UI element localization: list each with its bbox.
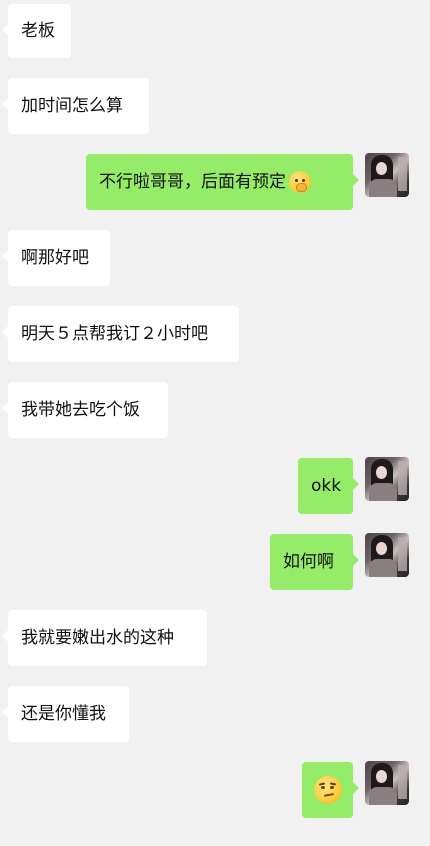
message-bubble-incoming[interactable]: 啊那好吧 — [2, 230, 110, 286]
avatar[interactable] — [365, 761, 409, 805]
message-row-incoming: 啊那好吧 — [0, 230, 430, 286]
message-row-incoming: 加时间怎么算 — [0, 78, 430, 134]
message-text: 还是你懂我 — [21, 704, 106, 724]
message-bubble-outgoing[interactable]: okk — [298, 458, 359, 514]
zipper-mouth-emoji-icon — [289, 171, 311, 193]
message-bubble-incoming[interactable]: 我就要嫩出水的这种 — [2, 610, 207, 666]
message-bubble-incoming[interactable]: 我带她去吃个饭 — [2, 382, 168, 438]
message-text: 明天５点帮我订２小时吧 — [21, 324, 208, 344]
message-bubble-incoming[interactable]: 还是你懂我 — [2, 686, 129, 742]
message-row-incoming: 老板 — [0, 4, 430, 58]
avatar[interactable] — [365, 457, 409, 501]
message-row-incoming: 还是你懂我 — [0, 686, 430, 742]
message-bubble-incoming[interactable]: 老板 — [2, 4, 71, 58]
message-text: okk — [311, 476, 342, 496]
message-text: 我就要嫩出水的这种 — [21, 628, 174, 648]
message-row-outgoing: okk — [0, 457, 430, 514]
message-bubble-incoming[interactable]: 明天５点帮我订２小时吧 — [2, 306, 239, 362]
message-text: 啊那好吧 — [21, 248, 89, 268]
message-row-incoming: 我就要嫩出水的这种 — [0, 610, 430, 666]
message-text: 加时间怎么算 — [21, 96, 123, 116]
message-bubble-outgoing[interactable]: 不行啦哥哥，后面有预定 — [86, 154, 359, 210]
message-bubble-outgoing[interactable] — [302, 762, 359, 818]
message-bubble-incoming[interactable]: 加时间怎么算 — [2, 78, 149, 134]
message-text: 我带她去吃个饭 — [21, 400, 140, 420]
message-text: 不行啦哥哥，后面有预定 — [99, 172, 286, 192]
message-row-incoming: 我带她去吃个饭 — [0, 382, 430, 438]
message-row-outgoing — [0, 761, 430, 818]
avatar[interactable] — [365, 533, 409, 577]
message-text: 老板 — [21, 21, 55, 41]
message-bubble-outgoing[interactable]: 如何啊 — [270, 534, 359, 590]
message-row-outgoing: 如何啊 — [0, 533, 430, 590]
message-row-incoming: 明天５点帮我订２小时吧 — [0, 306, 430, 362]
message-row-outgoing: 不行啦哥哥，后面有预定 — [0, 153, 430, 210]
smirk-emoji-icon — [313, 776, 342, 804]
message-text: 如何啊 — [283, 552, 334, 572]
avatar[interactable] — [365, 153, 409, 197]
